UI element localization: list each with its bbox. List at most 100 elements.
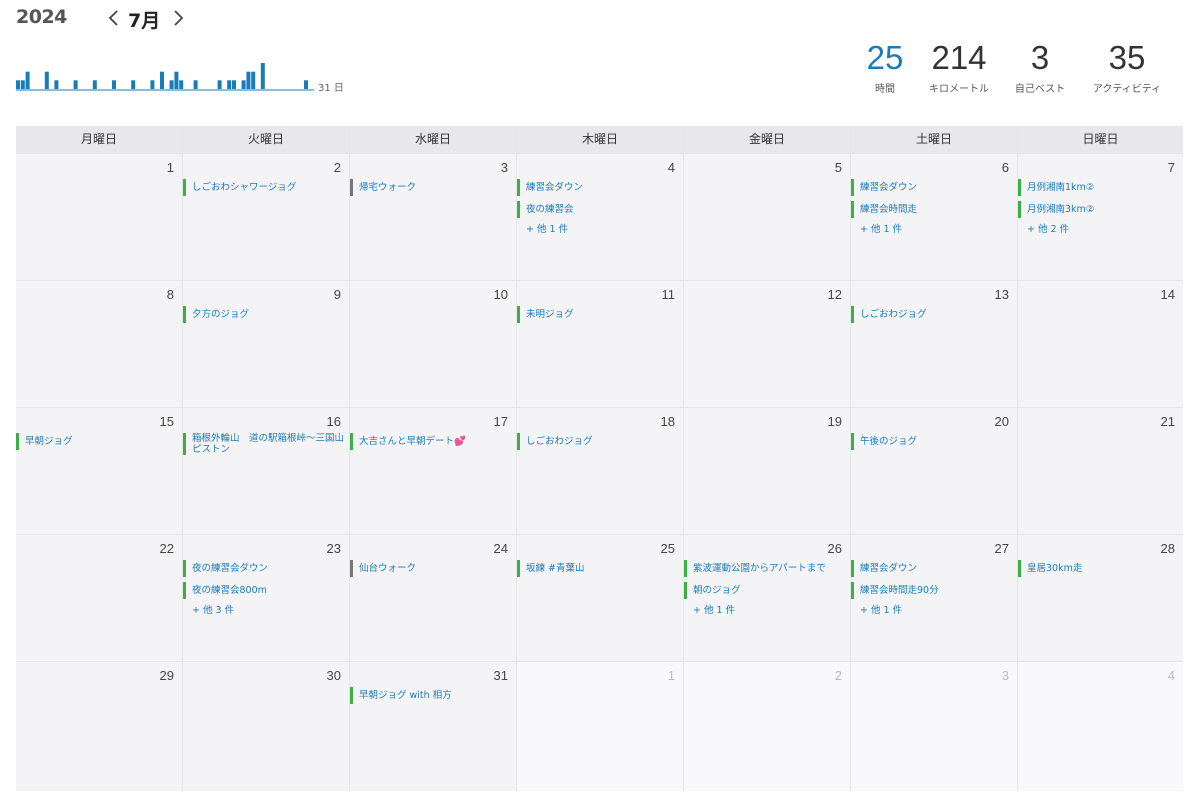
run-activity-link[interactable]: 午後のジョグ (851, 433, 1015, 450)
more-activities-link[interactable]: + 他 3 件 (183, 602, 347, 616)
run-activity-link[interactable]: しごおわジョグ (851, 306, 1015, 323)
day-number: 4 (667, 160, 675, 175)
day-number: 5 (834, 160, 842, 175)
calendar-day[interactable]: 15 早朝ジョグ (16, 408, 182, 534)
calendar-day[interactable]: 10 (350, 281, 516, 407)
calendar-day-next-month[interactable]: 3 (851, 662, 1017, 791)
day-number: 3 (500, 160, 508, 175)
calendar-day[interactable]: 24 仙台ウォーク (350, 535, 516, 661)
calendar-day[interactable]: 23 夜の練習会ダウン 夜の練習会800m + 他 3 件 (183, 535, 349, 661)
calendar-day-next-month[interactable]: 1 (517, 662, 683, 791)
calendar-day[interactable]: 17 大吉さんと早朝デート💕 (350, 408, 516, 534)
histogram-bar (25, 71, 30, 89)
calendar-day[interactable]: 25 坂練 #青葉山 (517, 535, 683, 661)
run-activity-link[interactable]: 早朝ジョグ (16, 433, 180, 450)
calendar-day[interactable]: 21 (1018, 408, 1183, 534)
day-number: 13 (994, 287, 1009, 302)
more-activities-link[interactable]: + 他 1 件 (851, 221, 1015, 235)
weekday-header: 木曜日 (517, 126, 683, 153)
run-activity-link[interactable]: 未明ジョグ (517, 306, 681, 323)
calendar-day-next-month[interactable]: 4 (1018, 662, 1183, 791)
calendar-day[interactable]: 26 紫波運動公園からアパートまで 朝のジョグ + 他 1 件 (684, 535, 850, 661)
day-activity-list: 大吉さんと早朝デート💕 (350, 433, 514, 455)
calendar-day[interactable]: 29 (16, 662, 182, 791)
calendar-day[interactable]: 2 しごおわシャワージョグ (183, 154, 349, 280)
calendar-day[interactable]: 22 (16, 535, 182, 661)
month-label: 7月 (128, 10, 161, 32)
calendar-day-next-month[interactable]: 2 (684, 662, 850, 791)
run-activity-link[interactable]: 皇居30km走 (1018, 560, 1181, 577)
run-activity-link[interactable]: 月例湘南3km② (1018, 201, 1181, 218)
calendar-day[interactable]: 31 早朝ジョグ with 相方 (350, 662, 516, 791)
calendar-day[interactable]: 13 しごおわジョグ (851, 281, 1017, 407)
next-month-button[interactable] (171, 8, 185, 28)
run-activity-link[interactable]: しごおわシャワージョグ (183, 179, 347, 196)
calendar-day[interactable]: 3 帰宅ウォーク (350, 154, 516, 280)
calendar-day[interactable]: 16 箱根外輪山 道の駅箱根峠〜三国山ピストン (183, 408, 349, 534)
calendar-day[interactable]: 5 (684, 154, 850, 280)
histogram-bar (179, 80, 184, 89)
run-activity-link[interactable]: 夜の練習会ダウン (183, 560, 347, 577)
calendar-day[interactable]: 8 (16, 281, 182, 407)
calendar-day[interactable]: 28 皇居30km走 (1018, 535, 1183, 661)
calendar-day[interactable]: 18 しごおわジョグ (517, 408, 683, 534)
stat-activities: 35 アクティビティ (1085, 38, 1169, 95)
prev-month-button[interactable] (107, 8, 121, 28)
calendar-day[interactable]: 20 午後のジョグ (851, 408, 1017, 534)
more-activities-link[interactable]: + 他 2 件 (1018, 221, 1181, 235)
calendar-day[interactable]: 1 (16, 154, 182, 280)
calendar-day[interactable]: 11 未明ジョグ (517, 281, 683, 407)
more-activities-link[interactable]: + 他 1 件 (851, 602, 1015, 616)
run-activity-link[interactable]: 練習会時間走90分 (851, 582, 1015, 599)
run-activity-link[interactable]: 紫波運動公園からアパートまで (684, 560, 848, 577)
day-number: 1 (166, 160, 174, 175)
run-activity-link[interactable]: 朝のジョグ (684, 582, 848, 599)
run-activity-link[interactable]: 大吉さんと早朝デート💕 (350, 433, 514, 450)
day-number: 17 (493, 414, 508, 429)
day-number: 18 (660, 414, 675, 429)
run-activity-link[interactable]: 練習会ダウン (851, 560, 1015, 577)
run-activity-link[interactable]: 夜の練習会 (517, 201, 681, 218)
calendar-week-row: 8 9 夕方のジョグ 10 11 未明ジョグ 12 13 しごおわジョグ 14 (16, 281, 1183, 407)
run-activity-link[interactable]: 坂練 #青葉山 (517, 560, 681, 577)
calendar-day[interactable]: 30 (183, 662, 349, 791)
day-number: 14 (1160, 287, 1175, 302)
more-activities-link[interactable]: + 他 1 件 (684, 602, 848, 616)
calendar-day[interactable]: 27 練習会ダウン 練習会時間走90分 + 他 1 件 (851, 535, 1017, 661)
run-activity-link[interactable]: 早朝ジョグ with 相方 (350, 687, 514, 704)
day-number: 19 (827, 414, 842, 429)
more-activities-link[interactable]: + 他 1 件 (517, 221, 681, 235)
histogram-bar (54, 80, 59, 89)
run-activity-link[interactable]: 箱根外輪山 道の駅箱根峠〜三国山ピストン (183, 433, 347, 455)
weekday-header-row: 月曜日 火曜日 水曜日 木曜日 金曜日 土曜日 日曜日 (16, 126, 1183, 153)
walk-activity-link[interactable]: 帰宅ウォーク (350, 179, 514, 196)
day-activity-list: 練習会ダウン 練習会時間走90分 + 他 1 件 (851, 560, 1015, 616)
day-activity-list: 早朝ジョグ (16, 433, 180, 455)
run-activity-link[interactable]: 練習会ダウン (851, 179, 1015, 196)
calendar-day[interactable]: 14 (1018, 281, 1183, 407)
run-activity-link[interactable]: 夕方のジョグ (183, 306, 347, 323)
run-activity-link[interactable]: 夜の練習会800m (183, 582, 347, 599)
stat-activities-value: 35 (1108, 39, 1146, 76)
histogram-bar (174, 71, 179, 89)
calendar-day[interactable]: 7 月例湘南1km② 月例湘南3km② + 他 2 件 (1018, 154, 1183, 280)
day-activity-list: 皇居30km走 (1018, 560, 1181, 582)
calendar-day[interactable]: 12 (684, 281, 850, 407)
run-activity-link[interactable]: 練習会時間走 (851, 201, 1015, 218)
calendar-day[interactable]: 19 (684, 408, 850, 534)
calendar-day[interactable]: 6 練習会ダウン 練習会時間走 + 他 1 件 (851, 154, 1017, 280)
day-number: 27 (994, 541, 1009, 556)
day-number: 15 (159, 414, 174, 429)
run-activity-link[interactable]: 練習会ダウン (517, 179, 681, 196)
walk-activity-link[interactable]: 仙台ウォーク (350, 560, 514, 577)
run-activity-link[interactable]: しごおわジョグ (517, 433, 681, 450)
day-number: 30 (326, 668, 341, 683)
run-activity-link[interactable]: 月例湘南1km② (1018, 179, 1181, 196)
weekday-header: 月曜日 (16, 126, 182, 153)
calendar-day[interactable]: 4 練習会ダウン 夜の練習会 + 他 1 件 (517, 154, 683, 280)
day-number: 23 (326, 541, 341, 556)
calendar-day[interactable]: 9 夕方のジョグ (183, 281, 349, 407)
day-activity-list: 紫波運動公園からアパートまで 朝のジョグ + 他 1 件 (684, 560, 848, 616)
day-activity-list: 仙台ウォーク (350, 560, 514, 582)
stat-hours-label: 時間 (875, 84, 895, 95)
